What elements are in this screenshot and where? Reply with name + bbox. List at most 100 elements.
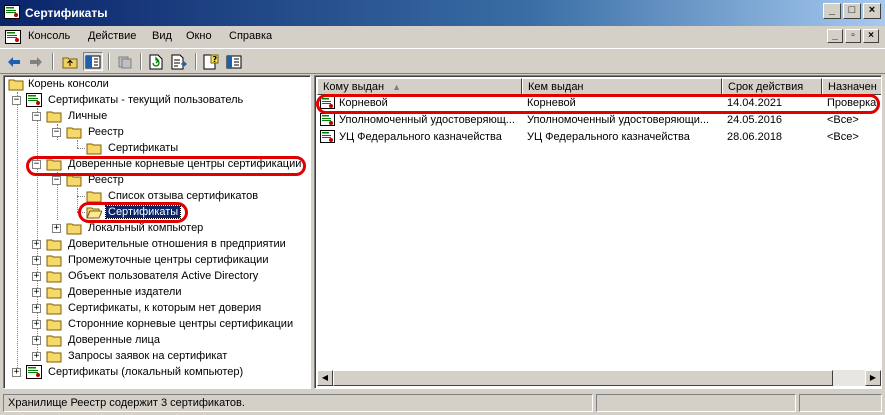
cell-expires: 14.04.2021	[727, 97, 783, 109]
show-hide-tree-icon[interactable]	[83, 52, 103, 71]
folder-icon	[46, 319, 62, 331]
tree-node-label: Сертификаты (локальный компьютер)	[48, 366, 244, 378]
cell-issued-by: Уполномоченный удостоверяющи...	[527, 114, 710, 126]
expand-icon[interactable]: +	[32, 336, 41, 345]
collapse-icon[interactable]: −	[52, 128, 61, 137]
expand-icon[interactable]: +	[52, 224, 61, 233]
folder-icon	[86, 191, 102, 203]
folder-icon	[66, 175, 82, 187]
cell-purpose: Проверка	[827, 97, 877, 109]
menu-view[interactable]: Вид	[152, 30, 172, 42]
folder-icon	[46, 303, 62, 315]
expand-icon[interactable]: +	[32, 240, 41, 249]
table-row[interactable]: Уполномоченный удостоверяющ... Уполномоч…	[317, 112, 881, 129]
expand-icon[interactable]: +	[32, 256, 41, 265]
tree-node-label: Сертификаты - текущий пользователь	[48, 94, 244, 106]
cell-issued-to: УЦ Федерального казначейства	[339, 131, 502, 143]
back-arrow-icon[interactable]	[4, 52, 24, 71]
folder-icon	[66, 223, 82, 235]
menu-help[interactable]: Справка	[229, 30, 272, 42]
refresh-icon[interactable]	[146, 52, 166, 71]
forward-arrow-icon[interactable]	[26, 52, 46, 71]
table-row[interactable]: УЦ Федерального казначейства УЦ Федераль…	[317, 129, 881, 146]
expand-icon[interactable]: +	[32, 272, 41, 281]
certificate-icon	[320, 130, 335, 143]
expand-icon[interactable]: +	[32, 320, 41, 329]
expand-icon[interactable]: +	[32, 304, 41, 313]
expand-icon[interactable]: +	[12, 368, 21, 377]
up-folder-icon[interactable]	[60, 52, 80, 71]
folder-icon	[86, 143, 102, 155]
column-issued-by[interactable]: Кем выдан	[522, 78, 722, 95]
tree-node-label: Промежуточные центры сертификации	[68, 254, 269, 266]
child-close-button[interactable]: ×	[863, 29, 879, 43]
tree-node-label: Доверенные корневые центры сертификации	[68, 158, 302, 170]
status-bar: Хранилище Реестр содержит 3 сертификатов…	[0, 391, 885, 415]
tree-node-label: Личные	[68, 110, 108, 122]
open-folder-icon	[86, 207, 102, 219]
table-row[interactable]: Корневой Корневой 14.04.2021 Проверка	[317, 95, 881, 112]
folder-icon	[46, 111, 62, 123]
export-list-icon[interactable]	[169, 52, 189, 71]
folder-icon	[46, 287, 62, 299]
collapse-icon[interactable]: −	[32, 112, 41, 121]
close-button[interactable]: ×	[863, 3, 881, 19]
tree-node-label: Локальный компьютер	[88, 222, 204, 234]
expand-icon[interactable]: +	[32, 352, 41, 361]
tree-node-label: Объект пользователя Active Directory	[68, 270, 259, 282]
status-panel-empty	[596, 394, 796, 412]
delete-icon[interactable]	[115, 52, 135, 71]
certificate-icon	[320, 113, 335, 126]
cell-purpose: <Все>	[827, 114, 859, 126]
cell-issued-to: Корневой	[339, 97, 388, 109]
cell-issued-by: УЦ Федерального казначейства	[527, 131, 690, 143]
certificates-app-icon	[4, 5, 20, 19]
menu-action[interactable]: Действие	[88, 30, 136, 42]
column-expiration[interactable]: Срок действия	[722, 78, 822, 95]
scroll-left-icon[interactable]: ◀	[317, 370, 333, 386]
folder-icon	[66, 127, 82, 139]
console-icon[interactable]	[5, 29, 21, 45]
collapse-icon[interactable]: −	[52, 176, 61, 185]
child-minimize-button[interactable]: _	[827, 29, 843, 43]
sort-ascending-icon: ▲	[392, 82, 402, 92]
collapse-icon[interactable]: −	[12, 96, 21, 105]
horizontal-scrollbar[interactable]: ◀ ▶	[317, 370, 881, 386]
certificate-list-pane[interactable]: Кому выдан ▲ Кем выдан Срок действия Назн…	[314, 75, 882, 389]
menu-window[interactable]: Окно	[186, 30, 212, 42]
folder-icon	[46, 335, 62, 347]
status-panel-empty	[799, 394, 882, 412]
tree-node-label: Список отзыва сертификатов	[108, 190, 259, 202]
scrollbar-thumb[interactable]	[333, 370, 833, 386]
cell-issued-to: Уполномоченный удостоверяющ...	[339, 114, 515, 126]
tree-node-label: Сертификаты, к которым нет доверия	[68, 302, 262, 314]
toolbar: ?	[0, 48, 885, 74]
cell-issued-by: Корневой	[527, 97, 576, 109]
cell-expires: 24.05.2016	[727, 114, 783, 126]
tree-node-label: Реестр	[88, 126, 124, 138]
help-icon[interactable]: ?	[201, 52, 221, 71]
status-text: Хранилище Реестр содержит 3 сертификатов…	[3, 394, 593, 412]
certificates-store-icon	[26, 93, 42, 107]
tree-node-label: Запросы заявок на сертификат	[68, 350, 228, 362]
column-purpose[interactable]: Назначен	[822, 78, 881, 95]
scroll-right-icon[interactable]: ▶	[865, 370, 881, 386]
menu-bar: Консоль Действие Вид Окно Справка _ ▫ ×	[0, 26, 885, 48]
folder-icon	[8, 79, 24, 91]
child-restore-button[interactable]: ▫	[845, 29, 861, 43]
certificate-icon	[320, 96, 335, 109]
column-headers: Кому выдан ▲ Кем выдан Срок действия Назн…	[317, 78, 881, 95]
folder-icon	[46, 271, 62, 283]
maximize-button[interactable]: □	[843, 3, 861, 19]
properties-icon[interactable]	[224, 52, 244, 71]
minimize-button[interactable]: _	[823, 3, 841, 19]
tree-pane[interactable]: Корень консоли − Сертификаты - текущий п…	[3, 75, 311, 389]
column-issued-to[interactable]: Кому выдан ▲	[317, 78, 522, 95]
expand-icon[interactable]: +	[32, 288, 41, 297]
folder-icon	[46, 351, 62, 363]
column-label: Кому выдан	[323, 81, 385, 93]
tree-node-label: Реестр	[88, 174, 124, 186]
title-bar[interactable]: Сертификаты _ □ ×	[0, 0, 885, 26]
collapse-icon[interactable]: −	[32, 160, 41, 169]
menu-console[interactable]: Консоль	[28, 30, 70, 42]
